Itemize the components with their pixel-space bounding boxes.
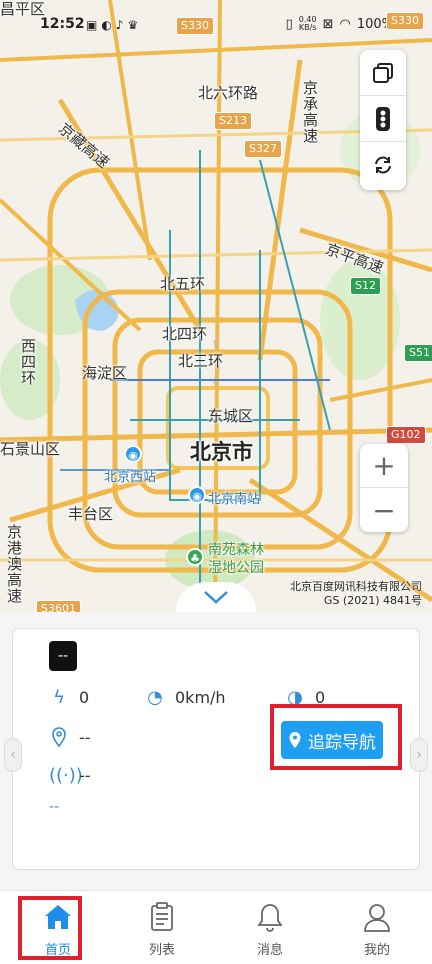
map-label-nanyuan: 南苑森林湿地公园 <box>208 542 264 576</box>
layers-icon <box>373 62 393 83</box>
map-label-beisanhuan: 北三环 <box>178 352 224 370</box>
signal-value: -- <box>79 766 91 785</box>
status-time: 12:52 <box>40 16 85 32</box>
map-label-jingcheng: 京承高速 <box>301 80 319 144</box>
notification-icons: ▣◐♪♛ <box>86 18 143 32</box>
traffic-light-icon <box>376 106 390 131</box>
map-label-dongcheng: 东城区 <box>208 407 254 425</box>
map-label-changping: 昌平区 <box>0 0 46 18</box>
user-icon <box>364 904 390 932</box>
lightning-icon: ϟ <box>53 687 65 708</box>
highlight-box <box>18 896 82 960</box>
signal-item: ((·)) -- <box>49 765 91 786</box>
metro-icon: ◉ <box>188 486 206 504</box>
zoom-in-button[interactable]: + <box>360 444 408 488</box>
vibrate-icon: ▯ <box>285 16 293 32</box>
tab-label: 消息 <box>256 943 283 958</box>
zoom-out-button[interactable]: − <box>360 488 408 532</box>
speedometer-icon: ◔ <box>147 687 163 708</box>
road-shield: S213 <box>214 112 252 130</box>
sim-icon: ⊠ <box>322 16 334 32</box>
map-copyright: 北京百度网讯科技有限公司 GS (2021) 4841号 <box>276 580 422 608</box>
refresh-button[interactable] <box>360 142 406 188</box>
tab-list[interactable]: 列表 <box>122 891 202 964</box>
net-speed-unit: KB/s <box>298 23 317 32</box>
road-shield: G102 <box>386 426 426 444</box>
metro-icon: ◉ <box>124 445 142 463</box>
map-label-fengtai: 丰台区 <box>68 505 114 523</box>
road-shield: S327 <box>244 140 282 158</box>
detail-link[interactable]: -- <box>49 799 59 815</box>
bell-icon <box>257 904 283 932</box>
layers-button[interactable] <box>360 50 406 96</box>
speed-value: 0km/h <box>175 688 226 707</box>
zoom-controls: + − <box>360 444 408 532</box>
refresh-icon <box>375 156 391 174</box>
status-bar: 12:52 ▣◐♪♛ ▯ 0.40 KB/s ⊠ ◠ 100% <box>0 0 432 32</box>
highlight-box <box>270 704 402 770</box>
map-label-beiwuhuan: 北五环 <box>160 275 206 293</box>
speed-item: ◔ 0km/h <box>145 687 226 708</box>
map-controls <box>360 50 406 190</box>
location-pin-icon <box>52 727 66 747</box>
road-shield: S3601 <box>36 600 81 612</box>
net-speed: 0.40 KB/s <box>299 16 317 32</box>
road-shield: S51 <box>404 344 432 362</box>
map-label-haidian: 海淀区 <box>82 364 128 382</box>
tab-messages[interactable]: 消息 <box>230 891 310 964</box>
map-label-beijingxi: 北京西站 <box>104 470 157 485</box>
park-icon: ♣ <box>186 548 204 566</box>
location-value: -- <box>79 727 91 747</box>
clipboard-icon <box>151 902 173 931</box>
tab-label: 列表 <box>148 943 175 958</box>
copyright-line1: 北京百度网讯科技有限公司 <box>290 580 422 593</box>
wifi-icon: ◠ <box>339 16 351 32</box>
road-shield: S330 <box>176 17 214 35</box>
map-label-xisihuan: 西四环 <box>19 338 37 386</box>
map-label-jinggangao: 京港澳高速 <box>5 524 23 604</box>
traffic-button[interactable] <box>360 96 406 142</box>
map-label-beijing: 北京市 <box>190 440 253 464</box>
map-label-shijingshan: 石景山区 <box>0 440 61 458</box>
tab-label: 我的 <box>363 943 390 958</box>
copyright-line2: GS (2021) 4841号 <box>323 594 422 607</box>
voltage-value: 0 <box>79 688 90 707</box>
map-label-beisihuan: 北四环 <box>162 325 208 343</box>
chevron-down-icon <box>204 591 228 604</box>
device-plate: -- <box>49 641 77 671</box>
map-label-beijingnan: 北京南站 <box>208 492 261 507</box>
road-shield: S330 <box>386 12 424 30</box>
location-item: -- <box>49 727 91 747</box>
next-device-button[interactable]: › <box>410 738 428 772</box>
map-view[interactable]: 12:52 ▣◐♪♛ ▯ 0.40 KB/s ⊠ ◠ 100% 昌平区 北六环路… <box>0 0 432 612</box>
voltage-item: ϟ 0 <box>49 687 89 708</box>
road-shield: S12 <box>350 277 381 295</box>
signal-icon: ((·)) <box>49 765 83 786</box>
tab-profile[interactable]: 我的 <box>337 891 417 964</box>
map-label-beiliuhuan: 北六环路 <box>198 84 259 102</box>
previous-device-button[interactable]: ‹ <box>4 738 22 772</box>
